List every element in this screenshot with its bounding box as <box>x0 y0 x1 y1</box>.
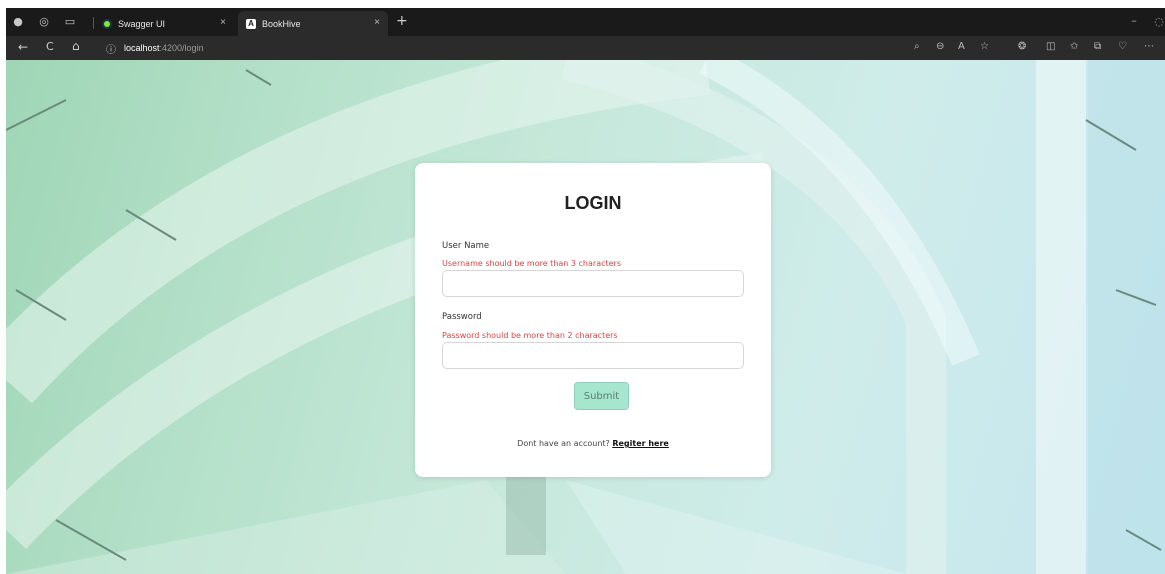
tab-actions-icon[interactable]: ▭ <box>62 15 78 29</box>
url-host: localhost <box>124 43 160 53</box>
tab-bar: ● ◎ ▭ Swagger UI × A BookHive × + – ◌ <box>6 8 1165 36</box>
login-title: LOGIN <box>564 193 622 213</box>
password-input[interactable] <box>442 342 744 369</box>
collections-icon[interactable]: ⧉ <box>1094 41 1101 53</box>
password-label: Password <box>442 312 482 322</box>
tab-title: BookHive <box>262 18 301 29</box>
favorites-icon[interactable]: ✩ <box>1070 41 1078 53</box>
home-icon[interactable]: ⌂ <box>72 39 80 53</box>
url-path: :4200/login <box>159 43 204 53</box>
split-screen-icon[interactable]: ◫ <box>1046 41 1055 53</box>
tab-bookhive[interactable]: A BookHive × <box>238 11 388 36</box>
close-tab-icon[interactable]: × <box>220 17 226 28</box>
address-field[interactable]: ⓘ localhost :4200/login <box>96 39 976 57</box>
submit-button[interactable]: Submit <box>574 382 629 410</box>
page-background: LOGIN User Name Username should be more … <box>6 60 1165 574</box>
angular-favicon-icon: A <box>246 18 256 29</box>
workspaces-icon[interactable]: ◎ <box>36 15 52 29</box>
tab-swagger[interactable]: Swagger UI × <box>94 11 234 36</box>
password-error: Password should be more than 2 character… <box>442 331 618 340</box>
read-aloud-icon[interactable]: A <box>958 41 965 53</box>
username-label: User Name <box>442 241 490 251</box>
browser-chrome: ● ◎ ▭ Swagger UI × A BookHive × + – ◌ ← … <box>6 8 1165 60</box>
more-icon[interactable]: ⋯ <box>1144 41 1154 53</box>
extensions-icon[interactable]: ♡ <box>1118 41 1127 53</box>
restore-icon[interactable]: ◌ <box>1151 15 1165 29</box>
register-prompt: Dont have an account? Regiter here <box>415 439 771 448</box>
zoom-icon[interactable]: ⊖ <box>936 41 944 53</box>
refresh-icon[interactable]: C <box>46 40 54 54</box>
username-input[interactable] <box>442 270 744 297</box>
username-error: Username should be more than 3 character… <box>442 259 622 268</box>
close-tab-icon[interactable]: × <box>374 17 380 28</box>
register-prompt-text: Dont have an account? <box>517 439 613 448</box>
register-link[interactable]: Regiter here <box>612 439 669 448</box>
swagger-favicon-icon <box>102 18 112 29</box>
tab-title: Swagger UI <box>118 18 166 29</box>
new-tab-button[interactable]: + <box>396 14 408 28</box>
site-info-icon[interactable]: ⓘ <box>106 41 116 56</box>
minimize-button[interactable]: – <box>1126 14 1142 28</box>
back-icon[interactable]: ← <box>18 40 28 54</box>
address-bar-row: ← C ⌂ ⓘ localhost :4200/login ⌕ ⊖ A ☆ ❂ … <box>6 36 1165 60</box>
profile-icon[interactable]: ● <box>10 15 26 29</box>
copilot-icon[interactable]: ❂ <box>1018 41 1026 53</box>
top-strip <box>0 0 1165 8</box>
search-icon[interactable]: ⌕ <box>914 41 920 53</box>
login-card: LOGIN User Name Username should be more … <box>415 163 771 477</box>
favorite-icon[interactable]: ☆ <box>980 41 989 53</box>
